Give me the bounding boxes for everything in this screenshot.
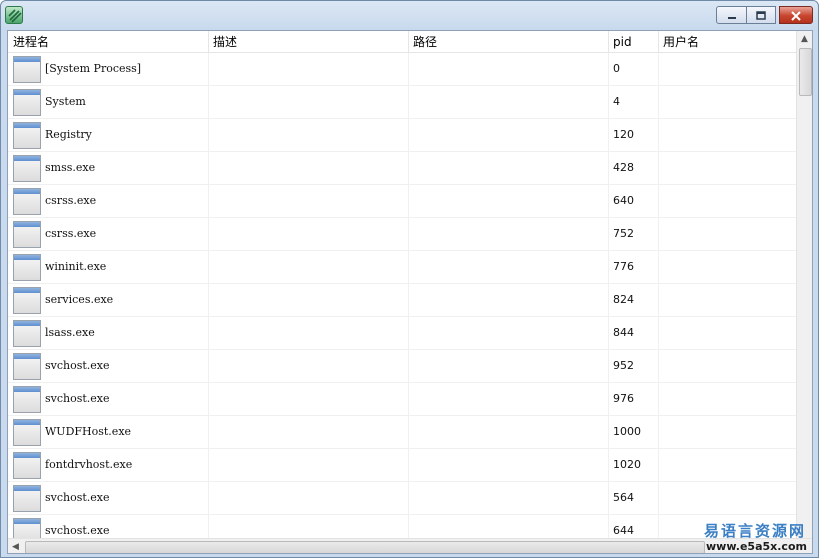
- watermark-title: 易语言资源网: [704, 522, 807, 540]
- maximize-button[interactable]: [747, 6, 776, 24]
- table-row[interactable]: svchost.exe 952: [8, 350, 796, 383]
- process-pid: 4: [613, 95, 620, 108]
- close-icon: [790, 6, 802, 25]
- process-pid: 428: [613, 161, 634, 174]
- window-app-icon: [13, 56, 41, 83]
- process-pid: 1020: [613, 458, 641, 471]
- column-header-username[interactable]: 用户名: [658, 31, 796, 53]
- process-pid: 640: [613, 194, 634, 207]
- process-list-view[interactable]: 进程名 描述 路径 pid 用户名 [System Process] 0 Sys…: [7, 30, 813, 554]
- window-app-icon: [13, 386, 41, 413]
- table-row[interactable]: smss.exe 428: [8, 152, 796, 185]
- table-row[interactable]: svchost.exe 644: [8, 515, 796, 538]
- window-app-icon: [13, 122, 41, 149]
- process-pid: 0: [613, 62, 620, 75]
- window-app-icon: [13, 188, 41, 215]
- process-name: services.exe: [45, 293, 114, 306]
- scroll-up-icon[interactable]: ▲: [801, 34, 808, 44]
- process-pid: 776: [613, 260, 634, 273]
- watermark-url: www.e5a5x.com: [706, 540, 807, 553]
- window-app-icon: [13, 452, 41, 479]
- table-row[interactable]: csrss.exe 752: [8, 218, 796, 251]
- table-row[interactable]: lsass.exe 844: [8, 317, 796, 350]
- process-name: [System Process]: [45, 62, 142, 75]
- table-row[interactable]: fontdrvhost.exe 1020: [8, 449, 796, 482]
- process-pid: 976: [613, 392, 634, 405]
- process-name: lsass.exe: [45, 326, 95, 339]
- table-row[interactable]: WUDFHost.exe 1000: [8, 416, 796, 449]
- process-name: Registry: [45, 128, 92, 141]
- process-name: wininit.exe: [45, 260, 107, 273]
- process-name: svchost.exe: [45, 359, 110, 372]
- vertical-scroll-thumb[interactable]: [799, 48, 812, 96]
- window-app-icon: [13, 89, 41, 116]
- window-app-icon: [13, 221, 41, 248]
- column-header-description[interactable]: 描述: [208, 31, 408, 53]
- process-pid: 120: [613, 128, 634, 141]
- table-row[interactable]: services.exe 824: [8, 284, 796, 317]
- table-body: [System Process] 0 System 4 Registry 120…: [8, 53, 796, 538]
- minimize-button[interactable]: [716, 6, 747, 24]
- table-row[interactable]: svchost.exe 976: [8, 383, 796, 416]
- process-pid: 1000: [613, 425, 641, 438]
- process-name: csrss.exe: [45, 194, 97, 207]
- app-icon[interactable]: [5, 6, 23, 24]
- scroll-left-icon[interactable]: ◀: [12, 542, 19, 552]
- column-header-path[interactable]: 路径: [408, 31, 608, 53]
- window-app-icon: [13, 254, 41, 281]
- table-row[interactable]: svchost.exe 564: [8, 482, 796, 515]
- table-row[interactable]: Registry 120: [8, 119, 796, 152]
- app-window: 进程名 描述 路径 pid 用户名 [System Process] 0 Sys…: [0, 0, 819, 558]
- process-pid: 752: [613, 227, 634, 240]
- horizontal-scrollbar[interactable]: ◀: [8, 538, 812, 553]
- process-name: System: [45, 95, 86, 108]
- minimize-icon: [726, 6, 738, 25]
- vertical-scrollbar[interactable]: ▲: [796, 31, 812, 538]
- column-header-process-name[interactable]: 进程名: [8, 31, 208, 53]
- column-header-pid[interactable]: pid: [608, 31, 658, 53]
- process-name: csrss.exe: [45, 227, 97, 240]
- process-name: WUDFHost.exe: [45, 425, 132, 438]
- window-app-icon: [13, 485, 41, 512]
- window-app-icon: [13, 353, 41, 380]
- title-bar[interactable]: [1, 1, 818, 29]
- window-app-icon: [13, 518, 41, 538]
- window-app-icon: [13, 155, 41, 182]
- maximize-icon: [755, 6, 767, 25]
- process-name: svchost.exe: [45, 491, 110, 504]
- horizontal-scroll-thumb[interactable]: [25, 541, 705, 553]
- process-pid: 844: [613, 326, 634, 339]
- table-header: 进程名 描述 路径 pid 用户名: [8, 31, 796, 53]
- window-app-icon: [13, 287, 41, 314]
- window-app-icon: [13, 419, 41, 446]
- process-pid: 824: [613, 293, 634, 306]
- table-row[interactable]: [System Process] 0: [8, 53, 796, 86]
- process-pid: 644: [613, 524, 634, 537]
- process-name: smss.exe: [45, 161, 96, 174]
- table-row[interactable]: System 4: [8, 86, 796, 119]
- process-pid: 564: [613, 491, 634, 504]
- process-name: svchost.exe: [45, 524, 110, 537]
- process-name: fontdrvhost.exe: [45, 458, 133, 471]
- table-row[interactable]: wininit.exe 776: [8, 251, 796, 284]
- process-name: svchost.exe: [45, 392, 110, 405]
- close-button[interactable]: [779, 6, 813, 24]
- table-row[interactable]: csrss.exe 640: [8, 185, 796, 218]
- window-app-icon: [13, 320, 41, 347]
- process-pid: 952: [613, 359, 634, 372]
